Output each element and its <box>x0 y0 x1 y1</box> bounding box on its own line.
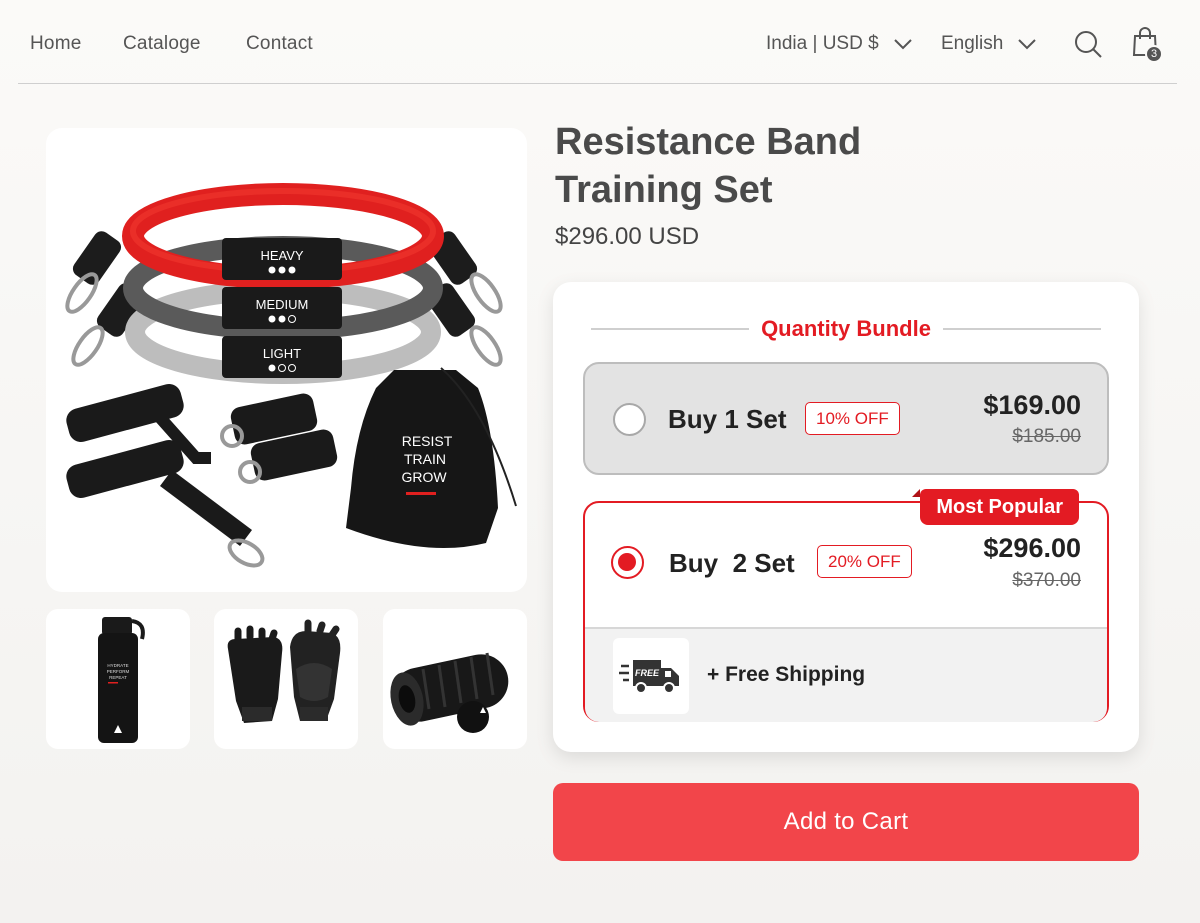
search-icon <box>1075 31 1102 58</box>
gloves-image <box>227 619 341 723</box>
resistance-band-set-image: HEAVY MEDIUM LIGHT RESIST TRAIN GROW <box>65 183 517 568</box>
pouch-text-train: TRAIN <box>404 451 446 467</box>
free-shipping-row: FREE + Free Shipping <box>585 629 1107 722</box>
site-header: Home Cataloge Contact India | USD $ Engl… <box>18 0 1177 84</box>
radio-button-unselected[interactable] <box>613 403 646 436</box>
option-old-price: $185.00 <box>1012 426 1081 447</box>
main-product-image[interactable]: HEAVY MEDIUM LIGHT RESIST TRAIN GROW <box>46 128 527 592</box>
band-tag-heavy: HEAVY <box>260 248 303 263</box>
bottle-text-repeat: REPEAT <box>109 675 127 680</box>
language-selector[interactable]: English <box>941 33 1037 55</box>
product-title-line: Training Set <box>555 169 773 211</box>
radio-button-selected[interactable] <box>611 546 644 579</box>
region-selector[interactable]: India | USD $ <box>766 33 913 55</box>
free-shipping-text: + Free Shipping <box>707 663 866 686</box>
most-popular-badge: Most Popular <box>912 489 1079 525</box>
region-label: India | USD $ <box>766 33 879 54</box>
thumbnail-foam-roller[interactable] <box>383 609 527 749</box>
bundle-option-1-set[interactable]: Buy 1 Set 10% OFF $169.00 $185.00 <box>583 362 1109 475</box>
band-tag-medium: MEDIUM <box>256 297 309 312</box>
discount-badge: 10% OFF <box>805 402 900 435</box>
thumbnail-water-bottle[interactable]: HYDRATE PERFORM REPEAT <box>46 609 190 749</box>
quantity-bundle-card: Quantity Bundle Buy 1 Set 10% OFF $169.0… <box>553 282 1139 752</box>
bottle-text-hydrate: HYDRATE <box>107 663 128 668</box>
band-tag-light: LIGHT <box>263 346 301 361</box>
product-title: Resistance Band Training Set <box>555 118 1055 214</box>
nav-home-link[interactable]: Home <box>30 33 81 55</box>
search-button[interactable] <box>1074 30 1102 63</box>
product-price: $296.00 USD <box>555 223 700 250</box>
nav-catalog-link[interactable]: Cataloge <box>123 33 201 55</box>
chevron-down-icon <box>893 39 912 50</box>
water-bottle-image: HYDRATE PERFORM REPEAT <box>98 617 145 743</box>
discount-badge: 20% OFF <box>817 545 912 578</box>
chevron-down-icon <box>1018 39 1037 50</box>
cart-button[interactable]: 3 <box>1132 27 1163 63</box>
divider <box>591 328 750 330</box>
divider <box>942 328 1102 330</box>
option-old-price: $370.00 <box>1012 570 1081 591</box>
bundle-heading-text: Quantity Bundle <box>761 316 931 341</box>
nav-contact-link[interactable]: Contact <box>246 33 313 55</box>
language-label: English <box>941 33 1004 54</box>
bundle-option-2-set[interactable]: Most Popular Buy 2 Set 20% OFF $296.00 $… <box>583 489 1109 722</box>
foam-roller-image <box>390 652 509 733</box>
cart-count-badge: 3 <box>1145 45 1163 63</box>
free-label: FREE <box>635 668 660 678</box>
product-title-line: Resistance Band <box>555 121 862 163</box>
bottle-text-perform: PERFORM <box>107 669 130 674</box>
option-label: Buy 1 Set <box>668 404 787 434</box>
bundle-heading: Quantity Bundle <box>591 312 1102 346</box>
thumbnail-gloves[interactable] <box>214 609 358 749</box>
option-price: $296.00 <box>983 533 1081 563</box>
pouch-text-resist: RESIST <box>402 433 453 449</box>
option-label: Buy 2 Set <box>669 548 795 578</box>
shipping-truck-icon: FREE <box>613 638 689 714</box>
add-to-cart-button[interactable]: Add to Cart <box>553 783 1139 861</box>
pouch-text-grow: GROW <box>401 469 447 485</box>
option-price: $169.00 <box>983 390 1081 420</box>
